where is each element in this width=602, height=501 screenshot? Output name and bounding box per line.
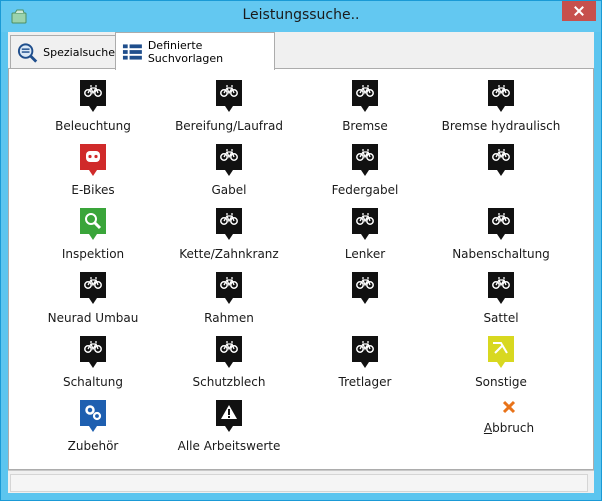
template-item-label: Sonstige [475,375,527,389]
bike-pin-icon [80,272,106,304]
template-item[interactable]: Tretlager [297,335,433,389]
template-item-label: Rahmen [204,311,254,325]
template-item-label [433,183,569,197]
template-item-label: Nabenschaltung [452,247,550,261]
bike-pin-icon [488,80,514,112]
dialog-client: Spezialsuche Definierte Suchvorlagen Bel… [8,32,594,493]
bike-pin-icon [216,336,242,368]
bike-pin-icon [352,336,378,368]
template-item[interactable]: Bremse hydraulisch [433,79,569,133]
template-item-label: Inspektion [61,247,125,261]
search-list-icon [17,42,38,63]
grid-list-icon [122,43,142,60]
template-item[interactable]: Alle Arbeitswerte [161,399,297,453]
bike-pin-icon [352,80,378,112]
template-item[interactable]: Federgabel [297,143,433,197]
bike-pin-icon [216,144,242,176]
warning-pin-icon [216,400,242,432]
title-bar[interactable]: Leistungssuche.. [1,1,601,32]
tools-pin-icon [488,336,514,368]
tab-label: Definierte Suchvorlagen [147,38,224,65]
bike-pin-icon [352,144,378,176]
template-item-label: Gabel [211,183,247,197]
template-item[interactable]: Bremse [297,79,433,133]
template-item[interactable]: Schutzblech [161,335,297,389]
template-item-label: Zubehör [67,439,119,453]
template-item-label: Schutzblech [192,375,266,389]
dialog-window: Leistungssuche.. Spezialsuche Definierte… [0,0,602,501]
bike-pin-icon [488,272,514,304]
window-title: Leistungssuche.. [242,7,360,23]
bike-pin-icon [216,80,242,112]
cancel-button[interactable]: Abbruch [441,399,577,435]
cancel-label: Abbruch [483,421,535,435]
status-field [10,474,588,492]
bike-pin-icon [352,272,378,304]
template-item-label: Tretlager [338,375,392,389]
template-item[interactable]: Rahmen [161,271,297,325]
template-item[interactable]: Lenker [297,207,433,261]
template-item-label: Neurad Umbau [47,311,139,325]
bike-pin-icon [488,208,514,240]
template-item-label: Lenker [344,247,386,261]
template-item-label: Sattel [483,311,519,325]
tab-definierte-suchvorlagen[interactable]: Definierte Suchvorlagen [115,32,275,70]
bike-pin-icon [488,144,514,176]
bike-pin-icon [216,208,242,240]
tab-spezialsuche[interactable]: Spezialsuche [10,35,116,69]
template-item-label: Beleuchtung [55,119,131,133]
template-item-label: Alle Arbeitswerte [177,439,281,453]
template-item[interactable]: Schaltung [25,335,161,389]
templates-panel: Beleuchtung Bereifung/Laufrad Bremse Bremse… [8,68,594,470]
magnifier-pin-icon [80,208,106,240]
template-item-label: Bremse hydraulisch [441,119,561,133]
template-item-label [297,311,433,325]
bike-pin-icon [80,80,106,112]
template-item-label: Kette/Zahnkranz [179,247,279,261]
template-item[interactable]: Gabel [161,143,297,197]
template-item[interactable] [297,271,433,325]
template-item-label: Federgabel [331,183,399,197]
close-x-icon [502,400,516,414]
template-item[interactable] [433,143,569,197]
template-item[interactable]: Kette/Zahnkranz [161,207,297,261]
bike-pin-icon [216,272,242,304]
bike-pin-icon [352,208,378,240]
template-item[interactable]: Sonstige [433,335,569,389]
status-bar [8,470,594,493]
template-item-label: Bereifung/Laufrad [175,119,283,133]
tab-label: Spezialsuche [43,46,115,59]
template-item[interactable]: Beleuchtung [25,79,161,133]
template-item[interactable]: E-Bikes [25,143,161,197]
template-item[interactable]: Inspektion [25,207,161,261]
template-item[interactable]: Nabenschaltung [433,207,569,261]
template-item[interactable]: Zubehör [25,399,161,453]
template-item-label: Schaltung [62,375,124,389]
template-item[interactable]: Sattel [433,271,569,325]
ebike-pin-icon [80,144,106,176]
template-item-label: Bremse [342,119,388,133]
close-button[interactable] [562,1,596,21]
template-item[interactable]: Bereifung/Laufrad [161,79,297,133]
template-item-label: E-Bikes [71,183,115,197]
bike-pin-icon [80,336,106,368]
gears-pin-icon [80,400,106,432]
template-item[interactable]: Neurad Umbau [25,271,161,325]
